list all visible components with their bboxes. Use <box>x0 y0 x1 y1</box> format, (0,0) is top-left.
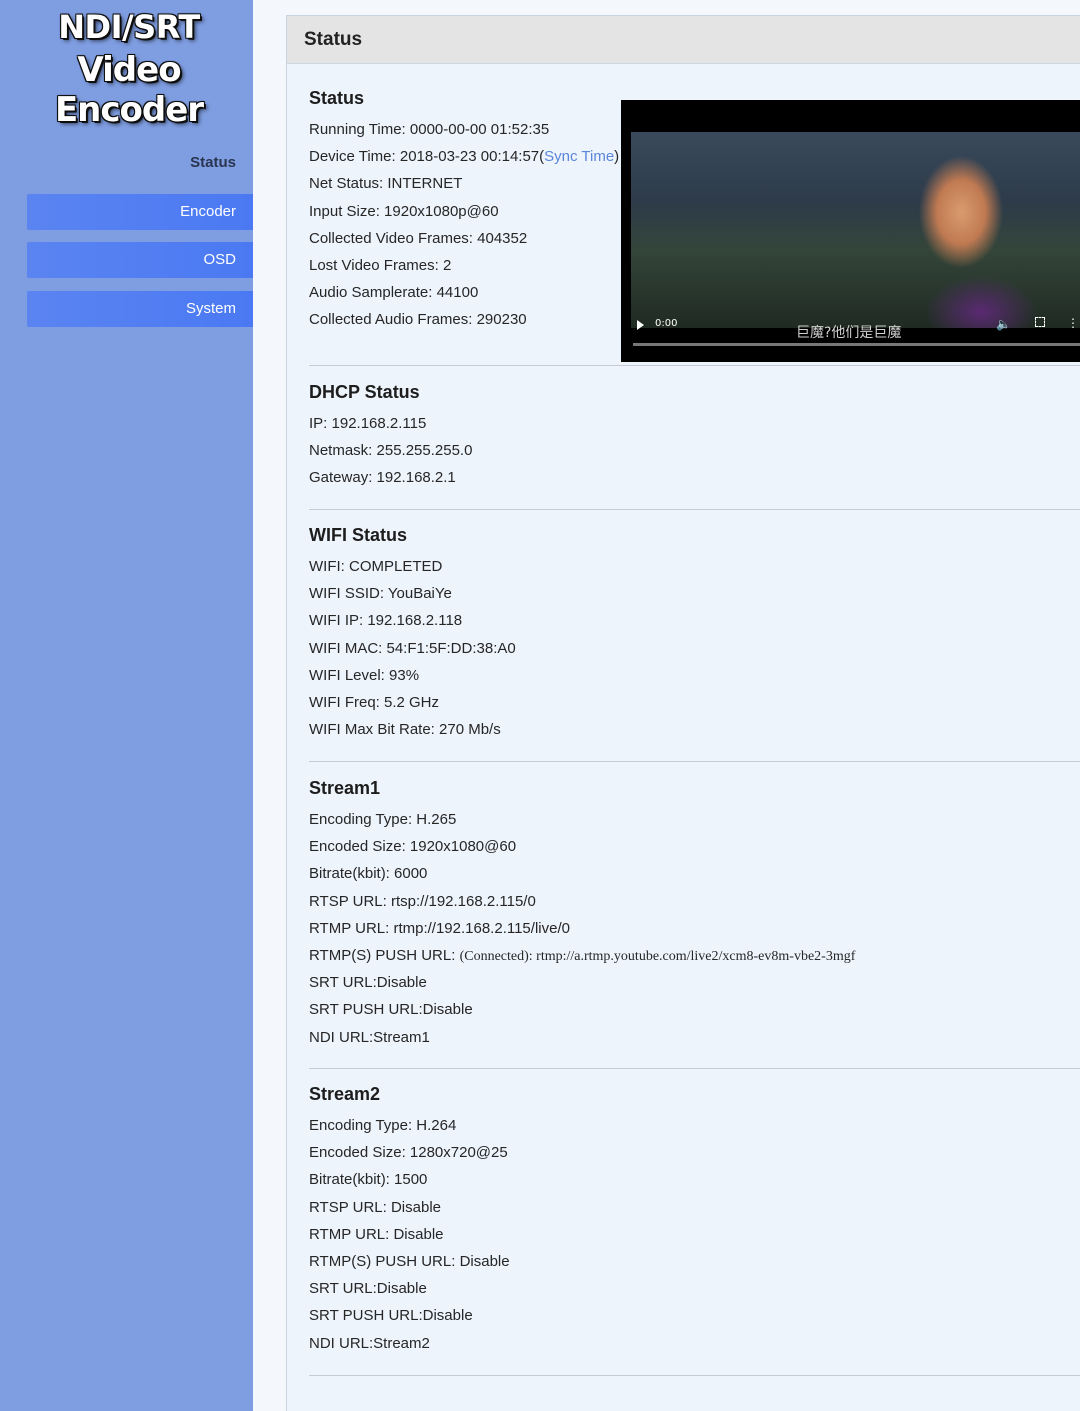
video-time: 0:00 <box>655 318 678 329</box>
fullscreen-icon[interactable] <box>1035 317 1045 327</box>
sync-time-link[interactable]: Sync Time <box>544 148 614 165</box>
stream1-ndi-url: NDI URL:Stream1 <box>309 1028 430 1046</box>
stream1-rtmp-url: RTMP URL: rtmp://192.168.2.115/live/0 <box>309 919 570 937</box>
dhcp-ip: IP: 192.168.2.115 <box>309 415 427 432</box>
stream2-bitrate: Bitrate(kbit): 1500 <box>309 1171 428 1189</box>
stream2-push-url: RTMP(S) PUSH URL: Disable <box>309 1252 510 1270</box>
logo: NDI/SRT Video Encoder <box>0 8 258 130</box>
device-time-close: ) <box>614 148 620 166</box>
dhcp-netmask: Netmask: 255.255.255.0 <box>309 442 473 460</box>
volume-icon[interactable]: 🔈 <box>996 317 1011 331</box>
wifi-state: WIFI: COMPLETED <box>309 558 443 575</box>
stream2-srt-push-url: SRT PUSH URL:Disable <box>309 1307 473 1325</box>
wifi-heading: WIFI Status <box>309 525 407 545</box>
divider <box>309 1068 1080 1069</box>
wifi-level: WIFI Level: 93% <box>309 666 420 684</box>
wifi-max-bitrate: WIFI Max Bit Rate: 270 Mb/s <box>309 721 501 739</box>
stream1-push-label: RTMP(S) PUSH URL: <box>309 946 460 964</box>
panel-title: Status <box>287 16 1080 64</box>
video-preview[interactable]: 巨魔?他们是巨魔 0:00 🔈 ⋮ <box>621 100 1080 362</box>
video-frame <box>631 132 1080 328</box>
stream2-section: Stream2 Encoding Type: H.264 Encoded Siz… <box>309 1082 1080 1357</box>
stream2-rtsp-url: RTSP URL: Disable <box>309 1198 441 1216</box>
logo-line1: NDI/SRT <box>58 8 200 46</box>
sidebar-item-system[interactable]: System <box>27 291 253 327</box>
stream2-encoded-size: Encoded Size: 1280x720@25 <box>309 1144 508 1162</box>
stream1-heading: Stream1 <box>309 778 381 798</box>
stream2-heading: Stream2 <box>309 1084 381 1104</box>
stream1-encoded-size: Encoded Size: 1920x1080@60 <box>309 838 517 856</box>
stream1-encoding: Encoding Type: H.265 <box>309 811 457 828</box>
stream1-push-value: (Connected): rtmp://a.rtmp.youtube.com/l… <box>459 948 856 964</box>
wifi-mac: WIFI MAC: 54:F1:5F:DD:38:A0 <box>309 639 516 657</box>
video-progress-bar[interactable] <box>633 343 1080 346</box>
sidebar: NDI/SRT Video Encoder Status Encoder OSD… <box>0 0 253 1411</box>
stream2-encoding: Encoding Type: H.264 <box>309 1117 457 1134</box>
divider <box>309 509 1080 510</box>
divider <box>309 761 1080 762</box>
dhcp-section: DHCP Status IP: 192.168.2.115 Netmask: 2… <box>309 380 1080 492</box>
sidebar-item-status[interactable]: Status <box>190 154 236 171</box>
stream2-rtmp-url: RTMP URL: Disable <box>309 1225 444 1243</box>
stream1-srt-push-url: SRT PUSH URL:Disable <box>309 1001 473 1019</box>
dhcp-heading: DHCP Status <box>309 382 420 402</box>
more-options-icon[interactable]: ⋮ <box>1067 316 1079 330</box>
logo-line2: Video Encoder <box>54 50 204 130</box>
stream1-section: Stream1 Encoding Type: H.265 Encoded Siz… <box>309 776 1080 1051</box>
divider <box>309 365 1080 366</box>
stream1-push-url: RTMP(S) PUSH URL: (Connected): rtmp://a.… <box>309 942 1080 969</box>
status-panel: Status Status Running Time: 0000-00-00 0… <box>286 15 1080 1411</box>
wifi-ssid: WIFI SSID: YouBaiYe <box>309 585 452 603</box>
stream2-srt-url: SRT URL:Disable <box>309 1280 427 1298</box>
wifi-ip: WIFI IP: 192.168.2.118 <box>309 612 463 630</box>
wifi-freq: WIFI Freq: 5.2 GHz <box>309 693 440 711</box>
stream1-rtsp-url: RTSP URL: rtsp://192.168.2.115/0 <box>309 892 536 910</box>
play-icon[interactable] <box>637 320 644 330</box>
sidebar-item-encoder[interactable]: Encoder <box>27 194 253 230</box>
device-time-text: Device Time: 2018-03-23 00:14:57( <box>309 148 545 166</box>
sidebar-item-osd[interactable]: OSD <box>27 242 253 278</box>
wifi-section: WIFI Status WIFI: COMPLETED WIFI SSID: Y… <box>309 523 1080 743</box>
stream1-bitrate: Bitrate(kbit): 6000 <box>309 865 428 883</box>
video-controls: 0:00 🔈 ⋮ <box>631 316 1080 346</box>
stream1-srt-url: SRT URL:Disable <box>309 974 427 992</box>
stream2-ndi-url: NDI URL:Stream2 <box>309 1334 430 1352</box>
dhcp-gateway: Gateway: 192.168.2.1 <box>309 469 456 487</box>
divider <box>309 1375 1080 1376</box>
